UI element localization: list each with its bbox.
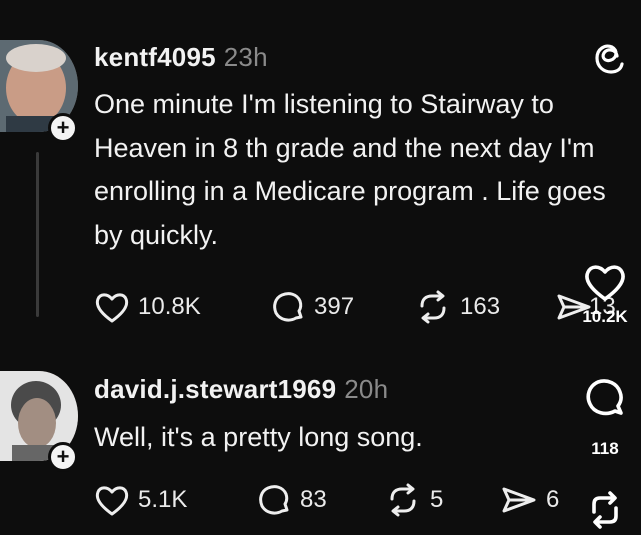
side-comment-count: 118 <box>591 439 619 458</box>
username[interactable]: kentf4095 23h <box>94 42 268 73</box>
side-like-count: 10.2K <box>582 307 628 326</box>
side-comment-button[interactable]: 118 <box>575 376 635 459</box>
post-david[interactable]: + david.j.stewart1969 20h Well, it's a pr… <box>0 340 641 529</box>
plus-icon[interactable]: + <box>48 442 78 472</box>
send-icon <box>502 487 536 513</box>
username-text[interactable]: kentf4095 <box>94 42 216 72</box>
post-text: Well, it's a pretty long song. <box>94 422 423 452</box>
reply-button[interactable]: 83 <box>256 483 327 517</box>
reply-count: 397 <box>314 293 355 320</box>
post-text: One minute I'm listening to Stairway to … <box>94 89 606 250</box>
side-like-button[interactable]: 10.2K <box>575 262 635 327</box>
share-count: 6 <box>546 486 560 513</box>
comment-icon <box>586 379 623 416</box>
comment-icon <box>259 485 289 515</box>
post-kentf4095[interactable]: + kentf4095 23h One minute I'm listening … <box>0 0 641 340</box>
repost-icon <box>420 290 446 324</box>
post-time: 20h <box>344 374 389 404</box>
like-count: 5.1K <box>138 486 188 513</box>
username[interactable]: david.j.stewart1969 20h <box>94 374 388 405</box>
heart-icon <box>585 265 625 301</box>
repost-button[interactable]: 163 <box>414 290 500 324</box>
heart-icon <box>95 486 129 516</box>
comment-icon <box>273 292 303 322</box>
reply-button[interactable]: 397 <box>270 290 354 324</box>
thread-line <box>36 152 39 317</box>
repost-button[interactable]: 5 <box>384 483 443 517</box>
plus-icon[interactable]: + <box>48 113 78 143</box>
repost-icon <box>390 483 416 517</box>
username-text[interactable]: david.j.stewart1969 <box>94 374 336 404</box>
like-button[interactable]: 10.8K <box>94 290 201 324</box>
like-button[interactable]: 5.1K <box>94 483 187 517</box>
side-repost-button[interactable] <box>583 490 627 535</box>
share-button[interactable]: 6 <box>500 483 559 517</box>
post-time: 23h <box>223 42 268 72</box>
heart-icon <box>95 293 129 323</box>
like-count: 10.8K <box>138 293 201 320</box>
repost-count: 163 <box>460 293 501 320</box>
repost-count: 5 <box>430 486 444 513</box>
repost-icon <box>592 491 618 529</box>
reply-count: 83 <box>300 486 327 513</box>
